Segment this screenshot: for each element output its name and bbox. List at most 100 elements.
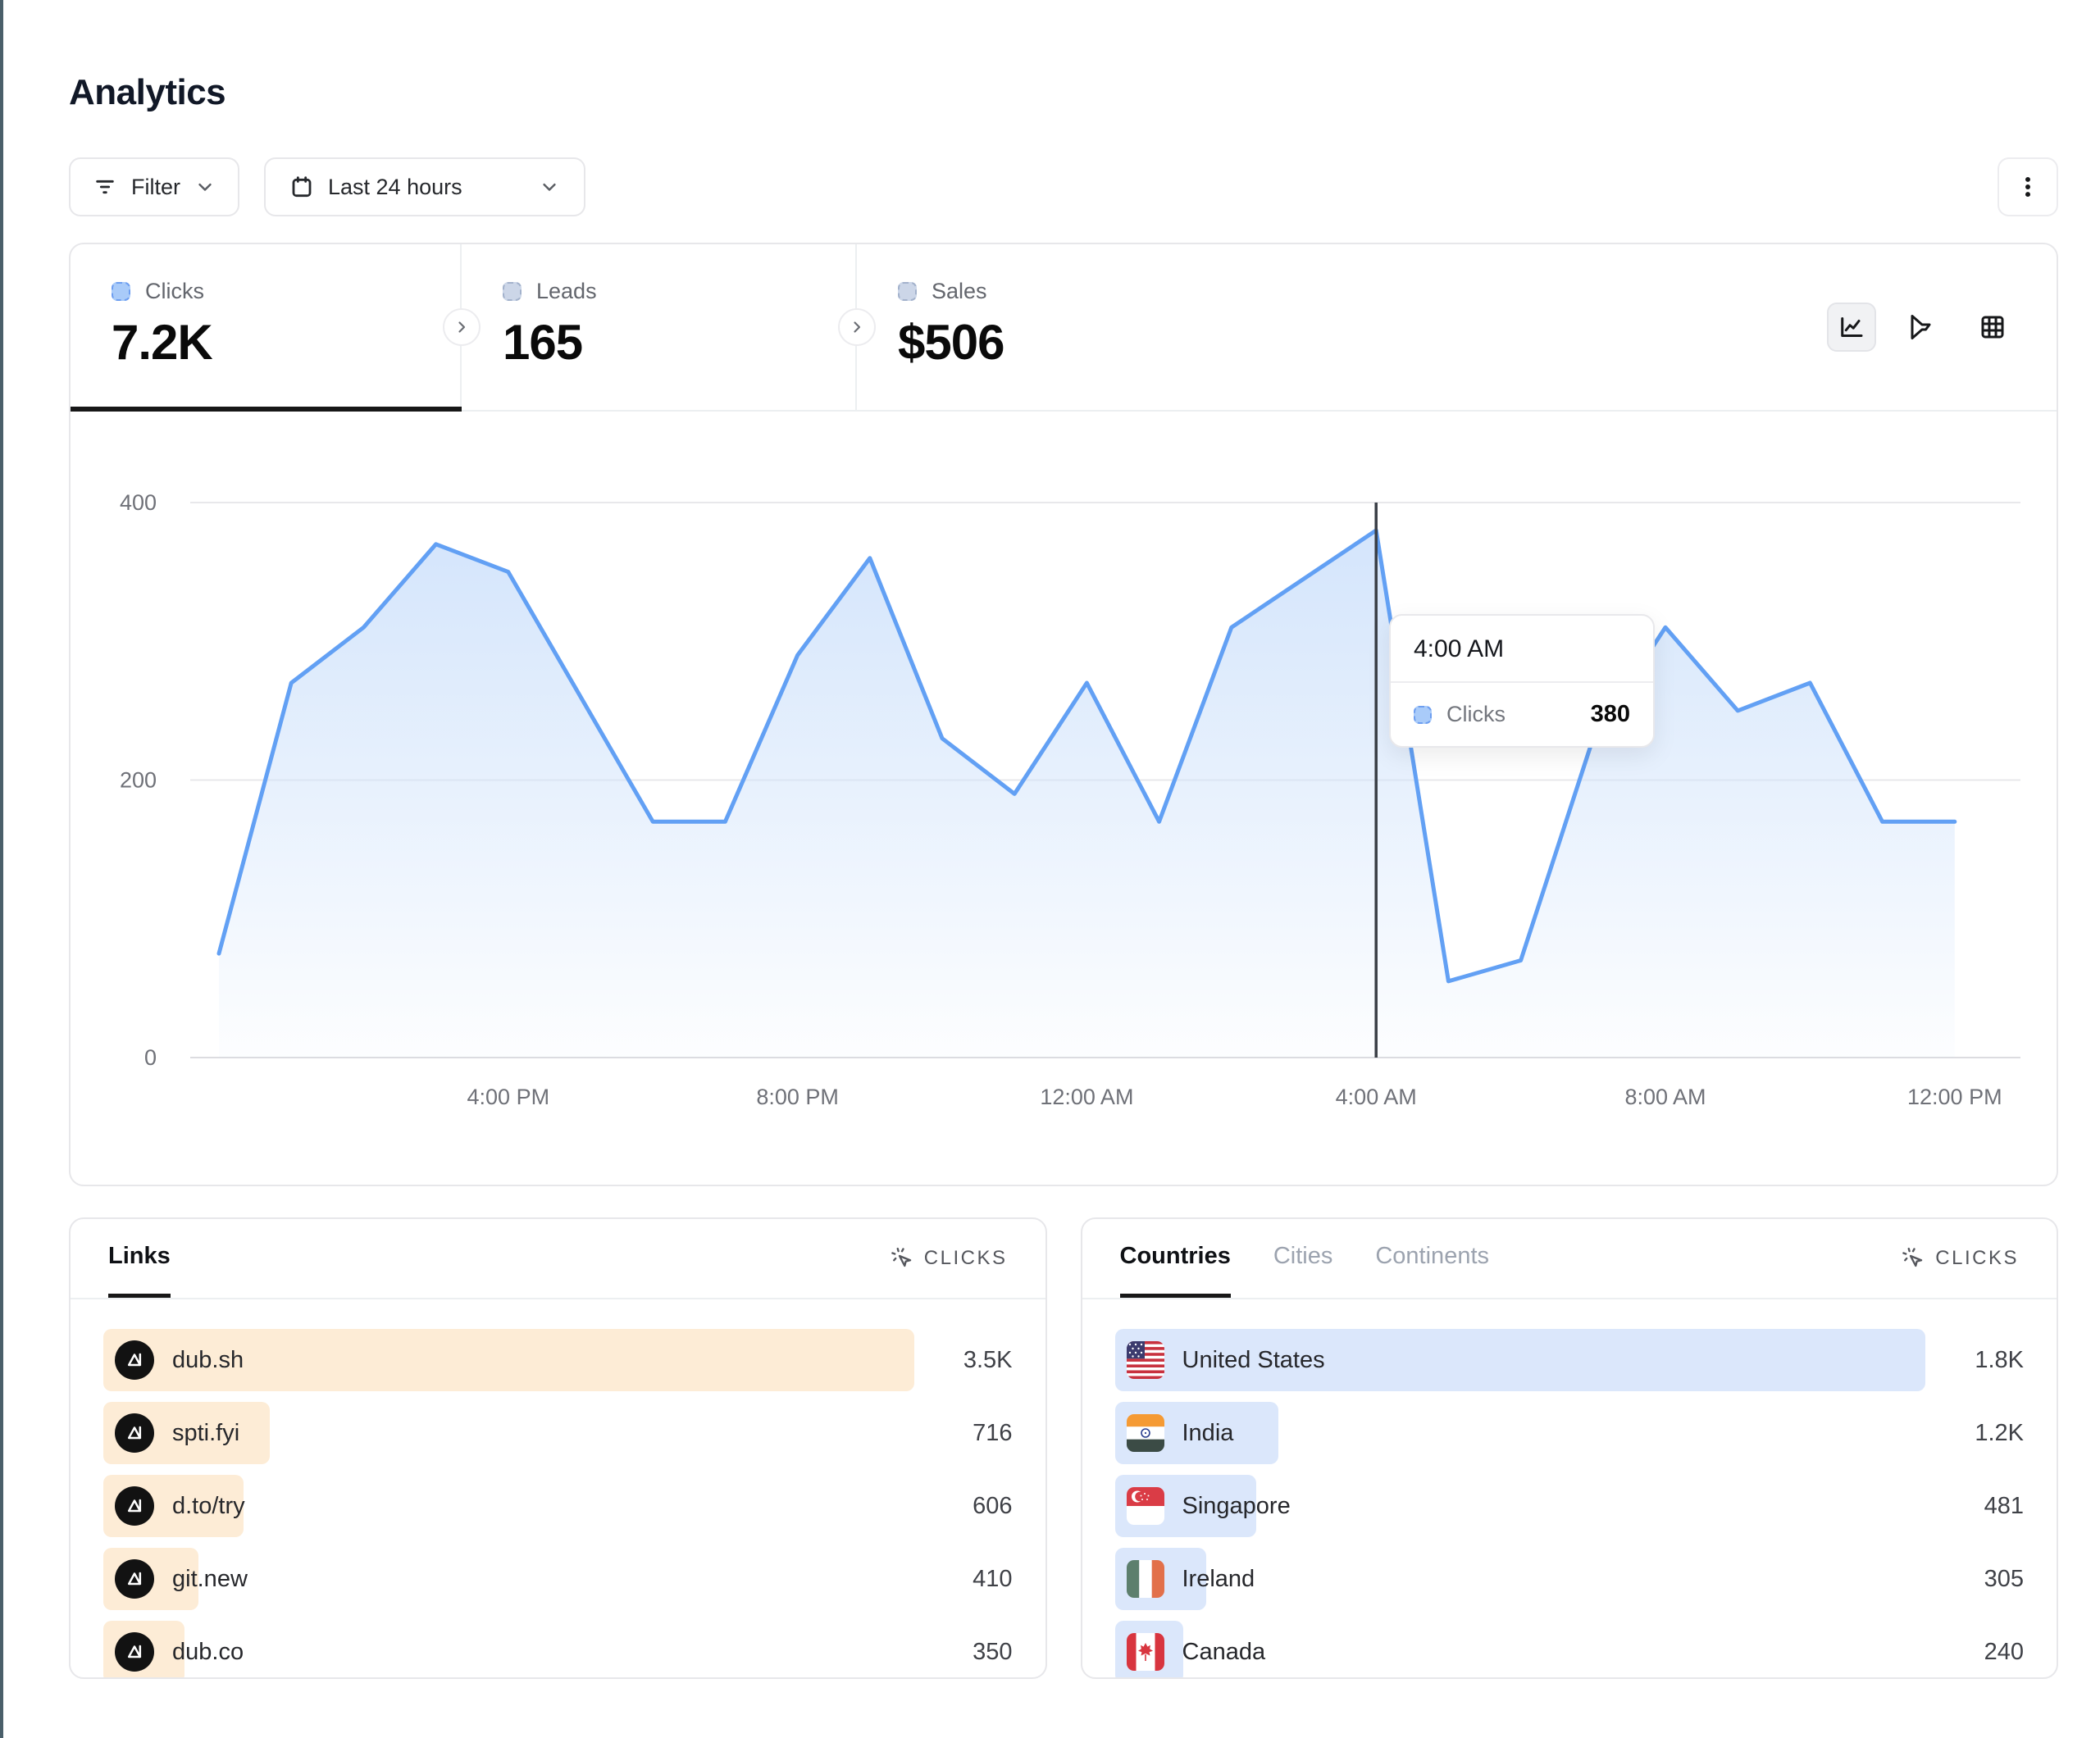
funnel-chart-icon: [1907, 312, 1937, 342]
analytics-page: Analytics Filter Last 24 hours: [0, 0, 2100, 1679]
expand-leads-chevron-button[interactable]: [838, 308, 876, 346]
tooltip-value: 380: [1591, 701, 1630, 728]
countries-list: United States 1.8K India: [1082, 1299, 2057, 1679]
dub-logo-icon: [115, 1632, 154, 1672]
line-chart-icon: [1837, 312, 1866, 342]
link-clicks-value: 350: [914, 1639, 1013, 1666]
link-clicks-value: 410: [914, 1566, 1013, 1593]
country-label: India: [1182, 1420, 1234, 1447]
leads-tab-value: 165: [503, 314, 855, 371]
country-row[interactable]: Ireland 305: [1115, 1548, 2025, 1610]
canada-flag-icon: [1127, 1633, 1164, 1671]
tooltip-time: 4:00 AM: [1391, 616, 1653, 681]
country-label: Ireland: [1182, 1566, 1255, 1593]
calendar-icon: [289, 174, 315, 200]
area-chart-canvas[interactable]: 02004004:00 PM8:00 PM12:00 AM4:00 AM8:00…: [71, 412, 2058, 1185]
us-flag-icon: [1127, 1341, 1164, 1379]
expand-clicks-chevron-button[interactable]: [443, 308, 481, 346]
country-clicks-value: 305: [1925, 1566, 2024, 1593]
ireland-flag-icon: [1127, 1560, 1164, 1598]
filter-button[interactable]: Filter: [69, 157, 239, 216]
x-axis-label: 8:00 AM: [1624, 1085, 1706, 1109]
link-row[interactable]: dub.sh 3.5K: [103, 1329, 1013, 1391]
x-axis-label: 12:00 PM: [1907, 1085, 2002, 1109]
country-row[interactable]: Canada 240: [1115, 1621, 2025, 1679]
country-clicks-value: 240: [1925, 1639, 2024, 1666]
sales-series-swatch-icon: [898, 282, 917, 301]
tab-countries[interactable]: Countries: [1120, 1219, 1231, 1298]
country-clicks-value: 1.2K: [1925, 1420, 2024, 1447]
clicks-area-fill: [219, 530, 1955, 1058]
dub-logo-icon: [115, 1559, 154, 1599]
funnel-view-button[interactable]: [1897, 303, 1947, 352]
clicks-tab-label: Clicks: [145, 279, 204, 304]
toolbar: Filter Last 24 hours: [69, 157, 2058, 216]
links-panel: Links CLICKS: [69, 1217, 1047, 1679]
y-axis-label: 200: [120, 768, 157, 793]
filter-button-label: Filter: [131, 175, 180, 200]
page-title: Analytics: [69, 72, 2058, 113]
cursor-click-icon: [890, 1246, 914, 1271]
country-row[interactable]: United States 1.8K: [1115, 1329, 2025, 1391]
active-tab-underline: [71, 407, 462, 412]
chevron-down-icon: [194, 175, 216, 198]
table-grid-icon: [1978, 312, 2007, 342]
clicks-time-series-chart[interactable]: 02004004:00 PM8:00 PM12:00 AM4:00 AM8:00…: [71, 412, 2057, 1185]
country-row[interactable]: Singapore 481: [1115, 1475, 2025, 1537]
tab-continents[interactable]: Continents: [1375, 1219, 1489, 1298]
link-row[interactable]: git.new 410: [103, 1548, 1013, 1610]
sales-tab-value: $506: [898, 314, 1252, 371]
chevron-down-icon: [538, 175, 561, 198]
link-clicks-value: 3.5K: [914, 1347, 1013, 1374]
link-row[interactable]: d.to/try 606: [103, 1475, 1013, 1537]
links-metric-header[interactable]: CLICKS: [890, 1246, 1008, 1271]
clicks-tab-value: 7.2K: [112, 314, 460, 371]
dub-logo-icon: [115, 1486, 154, 1526]
line-chart-view-button[interactable]: [1827, 303, 1876, 352]
link-clicks-value: 716: [914, 1420, 1013, 1447]
link-label: dub.sh: [172, 1347, 244, 1374]
countries-metric-header-label: CLICKS: [1935, 1247, 2019, 1270]
sales-tab-label: Sales: [932, 279, 987, 304]
clicks-series-swatch-icon: [112, 282, 130, 301]
country-clicks-value: 481: [1925, 1493, 2024, 1520]
tab-leads[interactable]: Leads 165: [462, 244, 857, 410]
link-clicks-value: 606: [914, 1493, 1013, 1520]
clicks-series-swatch-icon: [1414, 706, 1432, 724]
date-range-label: Last 24 hours: [328, 175, 462, 200]
leads-series-swatch-icon: [503, 282, 522, 301]
country-row[interactable]: India 1.2K: [1115, 1402, 2025, 1464]
tab-clicks[interactable]: Clicks 7.2K: [71, 244, 462, 410]
link-row[interactable]: spti.fyi 716: [103, 1402, 1013, 1464]
more-options-button[interactable]: [1998, 157, 2058, 216]
chart-view-switcher: [1827, 303, 2057, 352]
link-label: dub.co: [172, 1639, 244, 1666]
metric-tabs-row: Clicks 7.2K Leads 165 Sales $506: [71, 244, 2057, 412]
y-axis-label: 0: [144, 1045, 157, 1070]
countries-metric-header[interactable]: CLICKS: [1901, 1246, 2019, 1271]
tab-sales[interactable]: Sales $506: [857, 244, 1252, 410]
x-axis-label: 4:00 AM: [1336, 1085, 1417, 1109]
country-label: Singapore: [1182, 1493, 1291, 1520]
country-label: United States: [1182, 1347, 1325, 1374]
link-row[interactable]: dub.co 350: [103, 1621, 1013, 1679]
link-label: git.new: [172, 1566, 248, 1593]
three-dots-vertical-icon: [2014, 173, 2042, 201]
country-clicks-value: 1.8K: [1925, 1347, 2024, 1374]
singapore-flag-icon: [1127, 1487, 1164, 1525]
countries-panel: Countries Cities Continents CLICKS: [1081, 1217, 2059, 1679]
tab-cities[interactable]: Cities: [1273, 1219, 1333, 1298]
filter-lines-icon: [92, 174, 118, 200]
tab-links[interactable]: Links: [108, 1219, 171, 1298]
x-axis-label: 4:00 PM: [467, 1085, 550, 1109]
x-axis-label: 8:00 PM: [756, 1085, 839, 1109]
dub-logo-icon: [115, 1413, 154, 1453]
tooltip-series-label: Clicks: [1446, 702, 1506, 727]
links-metric-header-label: CLICKS: [924, 1247, 1008, 1270]
dub-logo-icon: [115, 1340, 154, 1380]
chart-tooltip: 4:00 AM Clicks 380: [1389, 614, 1655, 748]
table-view-button[interactable]: [1968, 303, 2017, 352]
chevron-right-icon: [847, 317, 867, 337]
date-range-button[interactable]: Last 24 hours: [264, 157, 585, 216]
analytics-card: Clicks 7.2K Leads 165 Sales $506: [69, 243, 2058, 1186]
